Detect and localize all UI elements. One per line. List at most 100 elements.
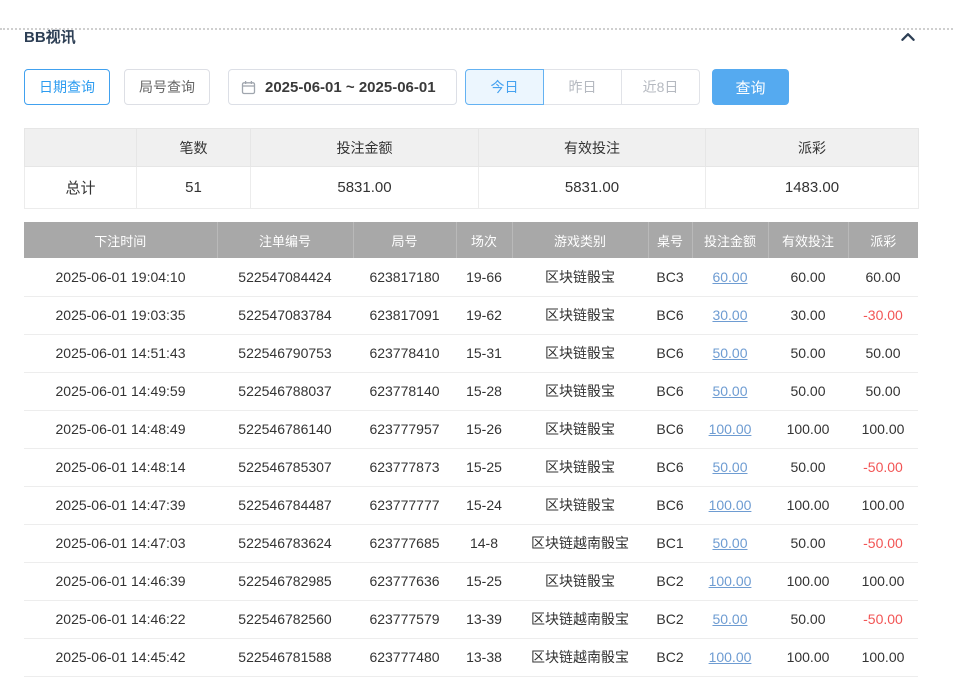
- bet-amount-link[interactable]: 60.00: [692, 258, 768, 296]
- round-number: 623777579: [353, 600, 456, 638]
- valid-bet: 100.00: [768, 486, 848, 524]
- bet-time: 2025-06-01 19:04:10: [24, 258, 217, 296]
- records-column-header: 局号: [353, 222, 456, 258]
- payout: 100.00: [848, 486, 918, 524]
- table-number: BC3: [648, 258, 692, 296]
- date-query-tab[interactable]: 日期查询: [24, 69, 110, 105]
- summary-header-valid-bet: 有效投注: [479, 129, 706, 167]
- bet-amount-link[interactable]: 50.00: [692, 448, 768, 486]
- game-type: 区块链骰宝: [512, 486, 648, 524]
- bet-amount-link[interactable]: 50.00: [692, 334, 768, 372]
- bet-amount-link[interactable]: 50.00: [692, 372, 768, 410]
- payout: 50.00: [848, 372, 918, 410]
- payout: 100.00: [848, 638, 918, 676]
- filter-bar: 日期查询 局号查询 2025-06-01 ~ 2025-06-01 今日昨日近8…: [24, 69, 929, 105]
- bet-amount-link[interactable]: 100.00: [692, 410, 768, 448]
- records-column-header: 下注时间: [24, 222, 217, 258]
- records-tbody: 2025-06-01 19:04:10522547084424623817180…: [24, 258, 918, 676]
- bet-time: 2025-06-01 14:48:49: [24, 410, 217, 448]
- summary-payout-value: 1483.00: [706, 167, 919, 209]
- round-number: 623778410: [353, 334, 456, 372]
- game-type: 区块链骰宝: [512, 562, 648, 600]
- table-number: BC6: [648, 296, 692, 334]
- order-number: 522546782560: [217, 600, 353, 638]
- summary-bet-amount-value: 5831.00: [251, 167, 479, 209]
- game-type: 区块链骰宝: [512, 334, 648, 372]
- game-type: 区块链越南骰宝: [512, 600, 648, 638]
- session: 19-66: [456, 258, 512, 296]
- valid-bet: 100.00: [768, 562, 848, 600]
- records-column-header: 投注金额: [692, 222, 768, 258]
- bet-amount-link[interactable]: 30.00: [692, 296, 768, 334]
- bet-amount-link[interactable]: 100.00: [692, 638, 768, 676]
- valid-bet: 100.00: [768, 638, 848, 676]
- order-number: 522546781588: [217, 638, 353, 676]
- records-column-header: 桌号: [648, 222, 692, 258]
- summary-header-count: 笔数: [137, 129, 251, 167]
- valid-bet: 50.00: [768, 334, 848, 372]
- round-number: 623817091: [353, 296, 456, 334]
- table-number: BC2: [648, 638, 692, 676]
- round-number: 623777777: [353, 486, 456, 524]
- records-column-header: 游戏类别: [512, 222, 648, 258]
- bet-amount-link[interactable]: 50.00: [692, 524, 768, 562]
- record-row: 2025-06-01 14:45:42522546781588623777480…: [24, 638, 918, 676]
- date-range-value: 2025-06-01 ~ 2025-06-01: [265, 79, 436, 96]
- bet-amount-link[interactable]: 100.00: [692, 486, 768, 524]
- quick-range-today[interactable]: 今日: [465, 69, 544, 105]
- order-number: 522547083784: [217, 296, 353, 334]
- quick-range-recent-8-days[interactable]: 近8日: [621, 69, 700, 105]
- round-number: 623777685: [353, 524, 456, 562]
- order-number: 522546785307: [217, 448, 353, 486]
- summary-header-row: 笔数 投注金额 有效投注 派彩: [25, 129, 919, 167]
- record-row: 2025-06-01 19:04:10522547084424623817180…: [24, 258, 918, 296]
- quick-range-yesterday[interactable]: 昨日: [543, 69, 622, 105]
- payout: -30.00: [848, 296, 918, 334]
- table-number: BC1: [648, 524, 692, 562]
- round-number: 623777873: [353, 448, 456, 486]
- bet-time: 2025-06-01 14:46:22: [24, 600, 217, 638]
- order-number: 522546784487: [217, 486, 353, 524]
- summary-header-empty: [25, 129, 137, 167]
- bet-amount-link[interactable]: 50.00: [692, 600, 768, 638]
- date-range-input[interactable]: 2025-06-01 ~ 2025-06-01: [228, 69, 457, 105]
- table-number: BC6: [648, 486, 692, 524]
- valid-bet: 50.00: [768, 524, 848, 562]
- search-button[interactable]: 查询: [712, 69, 789, 105]
- calendar-icon: [241, 80, 256, 95]
- table-number: BC6: [648, 410, 692, 448]
- order-number: 522546783624: [217, 524, 353, 562]
- records-header-row: 下注时间注单编号局号场次游戏类别桌号投注金额有效投注派彩: [24, 222, 918, 258]
- records-column-header: 场次: [456, 222, 512, 258]
- table-number: BC6: [648, 448, 692, 486]
- summary-header-bet-amount: 投注金额: [251, 129, 479, 167]
- record-row: 2025-06-01 14:51:43522546790753623778410…: [24, 334, 918, 372]
- table-number: BC2: [648, 600, 692, 638]
- session: 13-38: [456, 638, 512, 676]
- session: 19-62: [456, 296, 512, 334]
- order-number: 522547084424: [217, 258, 353, 296]
- payout: 50.00: [848, 334, 918, 372]
- session: 14-8: [456, 524, 512, 562]
- order-number: 522546786140: [217, 410, 353, 448]
- valid-bet: 100.00: [768, 410, 848, 448]
- order-number: 522546788037: [217, 372, 353, 410]
- bet-time: 2025-06-01 14:45:42: [24, 638, 217, 676]
- session: 15-31: [456, 334, 512, 372]
- bet-time: 2025-06-01 14:51:43: [24, 334, 217, 372]
- record-row: 2025-06-01 19:03:35522547083784623817091…: [24, 296, 918, 334]
- game-type: 区块链骰宝: [512, 258, 648, 296]
- order-number: 522546782985: [217, 562, 353, 600]
- bet-amount-link[interactable]: 100.00: [692, 562, 768, 600]
- round-number: 623778140: [353, 372, 456, 410]
- records-column-header: 有效投注: [768, 222, 848, 258]
- valid-bet: 50.00: [768, 372, 848, 410]
- summary-count-value: 51: [137, 167, 251, 209]
- round-number: 623817180: [353, 258, 456, 296]
- record-row: 2025-06-01 14:46:22522546782560623777579…: [24, 600, 918, 638]
- record-row: 2025-06-01 14:48:14522546785307623777873…: [24, 448, 918, 486]
- round-query-tab[interactable]: 局号查询: [124, 69, 210, 105]
- records-table: 下注时间注单编号局号场次游戏类别桌号投注金额有效投注派彩 2025-06-01 …: [24, 222, 918, 677]
- bet-time: 2025-06-01 19:03:35: [24, 296, 217, 334]
- session: 15-28: [456, 372, 512, 410]
